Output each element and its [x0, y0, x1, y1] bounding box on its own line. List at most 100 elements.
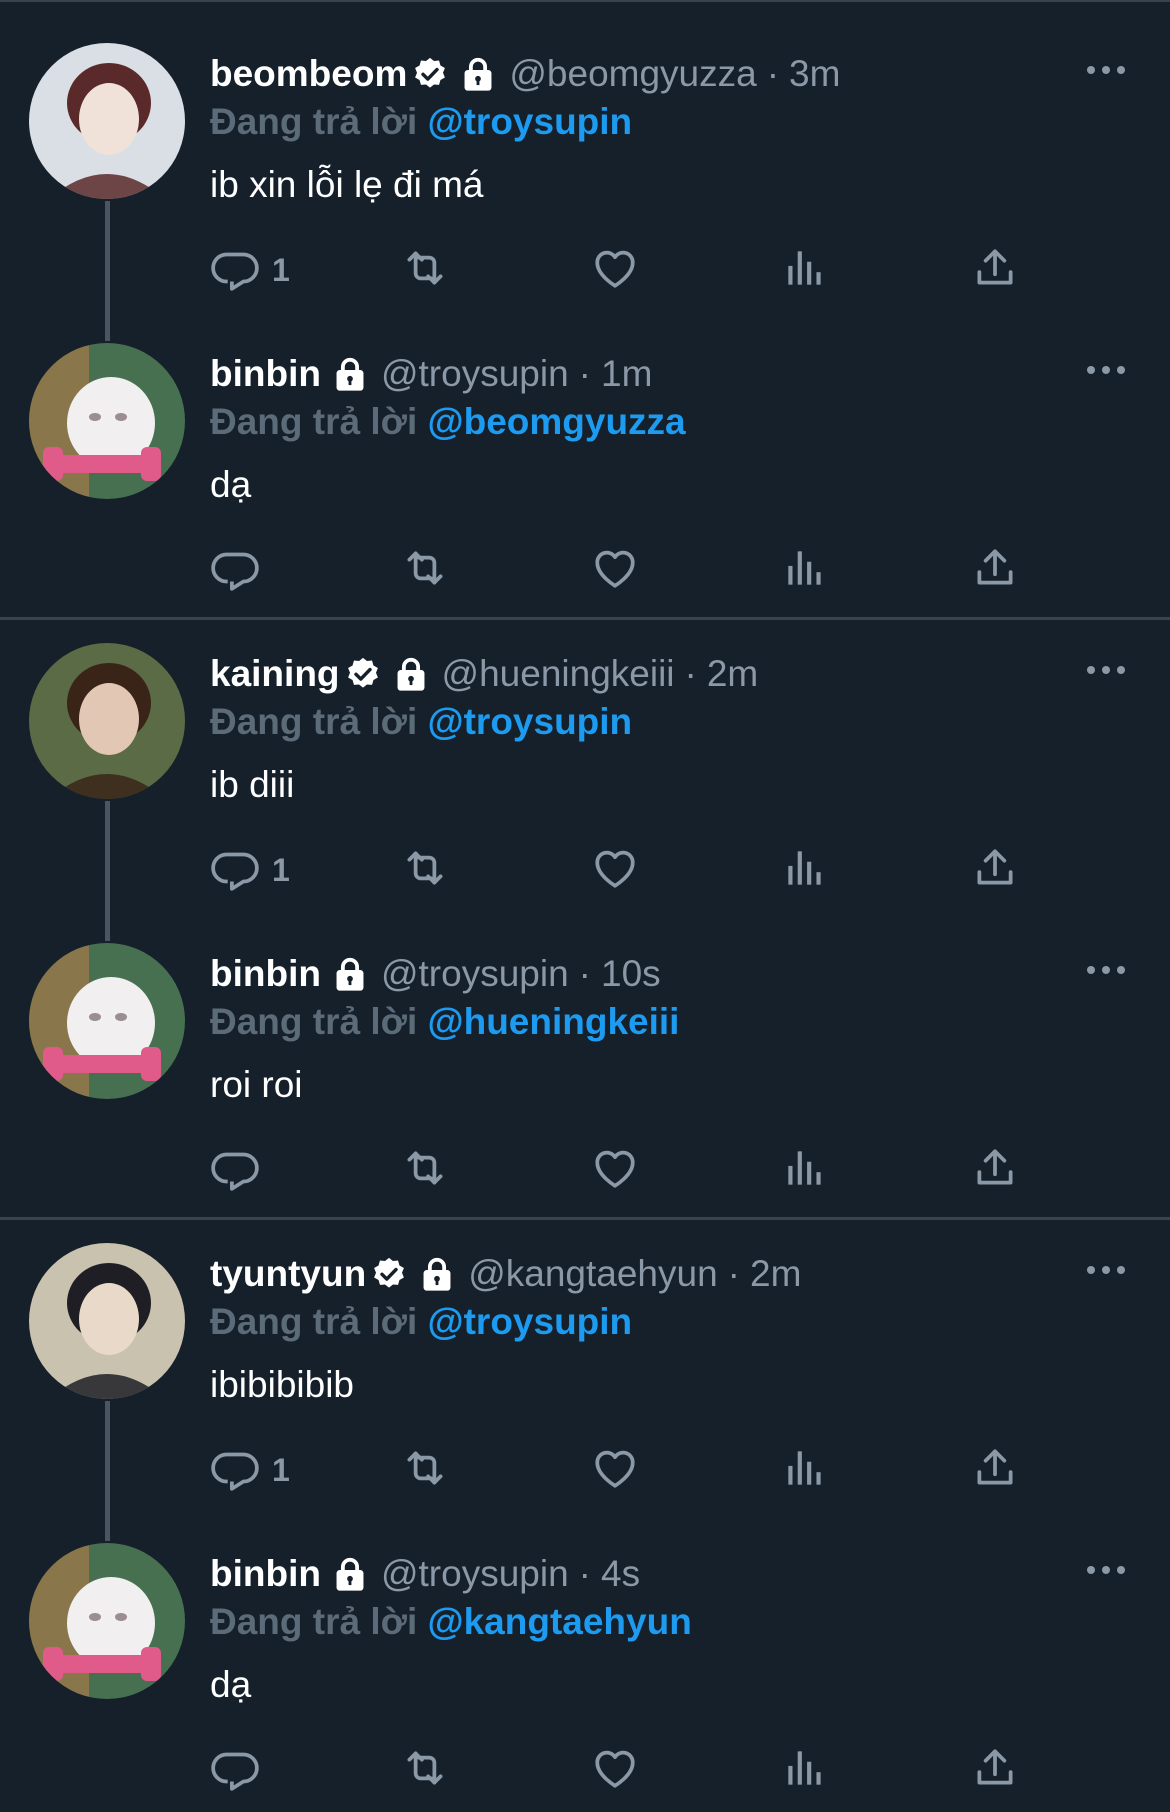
- tweet-actions: [210, 1742, 1040, 1798]
- reply-button[interactable]: [210, 1142, 272, 1198]
- verified-badge-icon: [411, 55, 449, 93]
- views-button[interactable]: [780, 1442, 830, 1498]
- verified-badge-icon: [344, 655, 382, 693]
- mention-link[interactable]: @beomgyuzza: [428, 401, 686, 442]
- replying-label: Đang trả lời: [210, 1001, 418, 1042]
- share-button[interactable]: [970, 1142, 1020, 1198]
- retweet-button[interactable]: [400, 842, 450, 898]
- retweet-button[interactable]: [400, 1142, 450, 1198]
- avatar[interactable]: [29, 43, 185, 199]
- user-handle[interactable]: @troysupin: [381, 952, 569, 996]
- share-button[interactable]: [970, 1442, 1020, 1498]
- replying-label: Đang trả lời: [210, 701, 418, 742]
- timestamp[interactable]: 2m: [707, 652, 758, 696]
- share-button[interactable]: [970, 242, 1020, 298]
- like-button[interactable]: [590, 1742, 640, 1798]
- tweet-header: binbin @troysupin · 4s: [210, 1552, 640, 1596]
- reply-icon: [210, 1143, 260, 1198]
- user-handle[interactable]: @troysupin: [381, 1552, 569, 1596]
- display-name[interactable]: binbin: [210, 952, 321, 996]
- tweet-actions: 1: [210, 842, 1040, 898]
- tweet[interactable]: binbin @troysupin · 4s Đang trả lời @kan…: [0, 1500, 1170, 1800]
- mention-link[interactable]: @troysupin: [428, 701, 633, 742]
- share-button[interactable]: [970, 542, 1020, 598]
- views-icon: [780, 243, 830, 298]
- user-handle[interactable]: @beomgyuzza: [509, 52, 756, 96]
- timestamp[interactable]: 1m: [601, 352, 652, 396]
- like-button[interactable]: [590, 542, 640, 598]
- mention-link[interactable]: @troysupin: [428, 1301, 633, 1342]
- avatar[interactable]: [29, 1243, 185, 1399]
- replying-to: Đang trả lời @kangtaehyun: [210, 1598, 692, 1646]
- retweet-icon: [400, 543, 450, 598]
- more-icon[interactable]: [1084, 58, 1128, 82]
- tweet-text: roi roi: [210, 1064, 303, 1105]
- more-icon[interactable]: [1084, 358, 1128, 382]
- views-button[interactable]: [780, 242, 830, 298]
- tweet[interactable]: tyuntyun @kangtaehyun · 2m Đang trả lời …: [0, 1200, 1170, 1541]
- user-handle[interactable]: @kangtaehyun: [468, 1252, 717, 1296]
- views-button[interactable]: [780, 1142, 830, 1198]
- heart-icon: [590, 1143, 640, 1198]
- display-name[interactable]: binbin: [210, 1552, 321, 1596]
- tweet[interactable]: beombeom @beomgyuzza · 3m Đang trả lời @…: [0, 0, 1170, 341]
- avatar[interactable]: [29, 643, 185, 799]
- tweet-actions: 1: [210, 242, 1040, 298]
- share-button[interactable]: [970, 842, 1020, 898]
- display-name[interactable]: beombeom: [210, 52, 407, 96]
- tweet[interactable]: binbin @troysupin · 10s Đang trả lời @hu…: [0, 900, 1170, 1200]
- retweet-button[interactable]: [400, 542, 450, 598]
- share-icon: [970, 243, 1020, 298]
- share-icon: [970, 843, 1020, 898]
- timestamp[interactable]: 4s: [601, 1552, 640, 1596]
- share-icon: [970, 1143, 1020, 1198]
- timestamp[interactable]: 10s: [601, 952, 661, 996]
- display-name[interactable]: binbin: [210, 352, 321, 396]
- display-name[interactable]: kaining: [210, 652, 340, 696]
- views-button[interactable]: [780, 842, 830, 898]
- views-button[interactable]: [780, 1742, 830, 1798]
- more-icon[interactable]: [1084, 1558, 1128, 1582]
- tweet-header: binbin @troysupin · 10s: [210, 952, 661, 996]
- reply-button[interactable]: 1: [210, 842, 290, 898]
- reply-button[interactable]: [210, 1742, 272, 1798]
- retweet-button[interactable]: [400, 1742, 450, 1798]
- tweet-feed: beombeom @beomgyuzza · 3m Đang trả lời @…: [0, 0, 1170, 1812]
- separator-dot: ·: [578, 353, 591, 394]
- retweet-button[interactable]: [400, 242, 450, 298]
- reply-button[interactable]: 1: [210, 1442, 290, 1498]
- replying-to: Đang trả lời @hueningkeiii: [210, 998, 679, 1046]
- views-button[interactable]: [780, 542, 830, 598]
- reply-button[interactable]: [210, 542, 272, 598]
- retweet-button[interactable]: [400, 1442, 450, 1498]
- like-button[interactable]: [590, 242, 640, 298]
- tweet[interactable]: binbin @troysupin · 1m Đang trả lời @beo…: [0, 300, 1170, 600]
- lock-icon: [331, 955, 369, 993]
- more-icon[interactable]: [1084, 958, 1128, 982]
- avatar[interactable]: [29, 943, 185, 1099]
- like-button[interactable]: [590, 842, 640, 898]
- tweet-text: ibibibibib: [210, 1364, 354, 1405]
- display-name[interactable]: tyuntyun: [210, 1252, 366, 1296]
- heart-icon: [590, 843, 640, 898]
- like-button[interactable]: [590, 1142, 640, 1198]
- more-icon[interactable]: [1084, 658, 1128, 682]
- mention-link[interactable]: @hueningkeiii: [428, 1001, 680, 1042]
- user-handle[interactable]: @troysupin: [381, 352, 569, 396]
- reply-count: 1: [272, 851, 290, 888]
- reply-count: 1: [272, 251, 290, 288]
- views-icon: [780, 1443, 830, 1498]
- timestamp[interactable]: 2m: [750, 1252, 801, 1296]
- mention-link[interactable]: @troysupin: [428, 101, 633, 142]
- reply-button[interactable]: 1: [210, 242, 290, 298]
- avatar[interactable]: [29, 1543, 185, 1699]
- share-button[interactable]: [970, 1742, 1020, 1798]
- more-icon[interactable]: [1084, 1258, 1128, 1282]
- user-handle[interactable]: @hueningkeiii: [442, 652, 675, 696]
- avatar[interactable]: [29, 343, 185, 499]
- mention-link[interactable]: @kangtaehyun: [428, 1601, 692, 1642]
- like-button[interactable]: [590, 1442, 640, 1498]
- tweet[interactable]: kaining @hueningkeiii · 2m Đang trả lời …: [0, 600, 1170, 941]
- timestamp[interactable]: 3m: [789, 52, 840, 96]
- reply-icon: [210, 1743, 260, 1798]
